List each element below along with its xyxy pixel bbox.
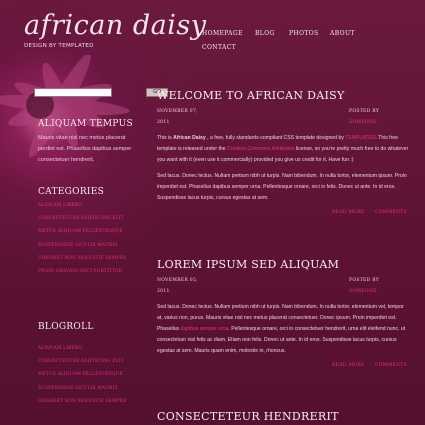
- templated-link[interactable]: TEMPLATED: [345, 135, 375, 141]
- nav-photos[interactable]: PHOTOS: [289, 30, 319, 37]
- category-link[interactable]: URNANET NON MOLESTIE SEMPER: [38, 256, 126, 269]
- read-more-link[interactable]: READ MORE: [332, 363, 365, 368]
- category-link[interactable]: SUSPENDISSE IACULIS MAURIS: [38, 243, 126, 256]
- blogroll-link[interactable]: CONSECTETUER ADIPISCING ELIT: [38, 359, 126, 372]
- post-author-link[interactable]: SOMEONE: [349, 120, 377, 125]
- site-logo[interactable]: african daisy: [24, 10, 206, 42]
- sidebar-aliquam-text: Mauris vitae nisl nec metus placerat per…: [38, 135, 132, 163]
- blogroll-link[interactable]: METUS ALIQUAM PELLENTESQUE: [38, 372, 126, 385]
- post-byline: POSTED BY SOMEONE: [349, 109, 380, 125]
- post-welcome: WELCOME TO AFRICAN DAISY NOVEMBER 07, 201…: [157, 89, 409, 220]
- post-author-link[interactable]: SOMEONE: [349, 289, 377, 294]
- site-header: african daisy DESIGN BY TEMPLATED: [24, 10, 206, 49]
- post-body: Sed lacus. Donec lectus. Nullam pretium …: [157, 173, 407, 201]
- post-date: NOVEMBER 07, 2011: [157, 109, 198, 125]
- comments-link[interactable]: COMMENTS: [375, 363, 407, 368]
- post-intro: This is African Daisy , a free, fully st…: [157, 135, 409, 163]
- post-title[interactable]: WELCOME TO AFRICAN DAISY: [157, 89, 409, 102]
- search-input[interactable]: [34, 88, 112, 97]
- post-body: Sed lacus. Donec lectus. Nullam pretium …: [157, 304, 406, 354]
- post-meta: NOVEMBER 07, 2011 POSTED BY SOMEONE: [157, 106, 409, 128]
- category-link[interactable]: CONSECTETUER ADIPISCING ELIT: [38, 216, 126, 229]
- post-lorem: LOREM IPSUM SED ALIQUAM NOVEMBER 05, 2011…: [157, 258, 409, 373]
- post-consecteteur: CONSECTETEUR HENDRERIT: [157, 410, 409, 423]
- nav-blog[interactable]: BLOG: [255, 30, 275, 37]
- post-meta: NOVEMBER 05, 2011 POSTED BY SOMEONE: [157, 275, 409, 297]
- comments-link[interactable]: COMMENTS: [375, 210, 407, 215]
- sidebar-aliquam: ALIQUAM TEMPUS Mauris vitae nisl nec met…: [38, 119, 138, 166]
- post-title[interactable]: CONSECTETEUR HENDRERIT: [157, 410, 409, 423]
- site-tagline: DESIGN BY TEMPLATED: [24, 43, 94, 49]
- license-link[interactable]: Creative Commons Attribution: [227, 146, 295, 152]
- post-title[interactable]: LOREM IPSUM SED ALIQUAM: [157, 258, 409, 271]
- category-link[interactable]: ALIQUAM LIBERO: [38, 203, 126, 216]
- post-byline: POSTED BY SOMEONE: [349, 278, 380, 294]
- sidebar-aliquam-title: ALIQUAM TEMPUS: [38, 119, 133, 129]
- post-date: NOVEMBER 05, 2011: [157, 278, 198, 294]
- inline-link[interactable]: dapibus semper urna: [181, 326, 229, 332]
- nav-homepage[interactable]: HOMEPAGE: [202, 30, 243, 37]
- post-links: READ MORE COMMENTS: [157, 210, 409, 220]
- blogroll-link[interactable]: ALIQUAM LIBERO: [38, 346, 126, 359]
- nav-about[interactable]: ABOUT: [330, 30, 355, 37]
- sidebar-blogroll-title: BLOGROLL: [38, 322, 94, 332]
- blogroll-link[interactable]: SUSPENDISSE IACULIS MAURIS: [38, 386, 126, 399]
- nav-contact[interactable]: CONTACT: [202, 44, 236, 51]
- sidebar-blogroll: BLOGROLL ALIQUAM LIBERO CONSECTETUER ADI…: [38, 322, 126, 412]
- sidebar-categories: CATEGORIES ALIQUAM LIBERO CONSECTETUER A…: [38, 187, 126, 282]
- category-link[interactable]: METUS ALIQUAM PELLENTESQUE: [38, 229, 126, 242]
- read-more-link[interactable]: READ MORE: [332, 210, 365, 215]
- post-links: READ MORE COMMENTS: [157, 363, 409, 373]
- category-link[interactable]: PROIN GRAVIDA ORCI PORTTITOR: [38, 269, 126, 282]
- blogroll-link[interactable]: URNANET NON MOLESTIE SEMPER: [38, 399, 126, 412]
- sidebar-categories-title: CATEGORIES: [38, 187, 105, 197]
